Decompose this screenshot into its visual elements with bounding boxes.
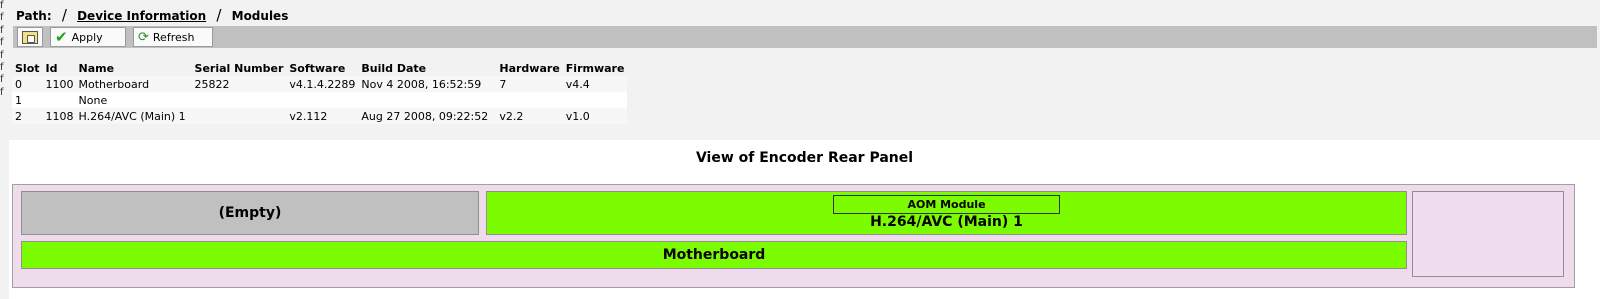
cell-slot: 2 bbox=[12, 108, 43, 124]
col-header-hardware: Hardware bbox=[499, 61, 560, 75]
col-header-build-date: Build Date bbox=[361, 61, 427, 75]
breadcrumb: Path: / Device Information / Modules bbox=[16, 6, 289, 24]
refresh-button[interactable]: ⟳ Refresh bbox=[133, 27, 213, 47]
cell-id: 1108 bbox=[42, 108, 76, 124]
cell-build-date: Nov 4 2008, 16:52:59 bbox=[358, 76, 497, 92]
checkmark-icon: ✔ bbox=[55, 27, 68, 46]
table-row[interactable]: 2 1108 H.264/AVC (Main) 1 v2.112 Aug 27 … bbox=[12, 108, 628, 124]
slot-empty[interactable]: (Empty) bbox=[21, 191, 479, 235]
encoder-rear-panel: (Empty) AOM Module H.264/AVC (Main) 1 Mo… bbox=[12, 184, 1575, 288]
slot-empty-label: (Empty) bbox=[218, 205, 282, 221]
cell-id: 1100 bbox=[42, 76, 76, 92]
frame-char: f bbox=[0, 12, 4, 24]
aom-module-label: AOM Module bbox=[833, 195, 1060, 214]
apply-label: Apply bbox=[71, 30, 103, 44]
modules-table: Slot Id Name Serial Number Software Buil… bbox=[12, 60, 628, 124]
cell-firmware bbox=[562, 92, 628, 108]
frame-char: f bbox=[0, 61, 4, 73]
cell-software bbox=[286, 92, 359, 108]
folder-up-icon bbox=[22, 30, 38, 44]
breadcrumb-current: Modules bbox=[231, 9, 289, 23]
col-header-slot: Slot bbox=[15, 61, 40, 75]
cell-firmware: v4.4 bbox=[562, 76, 628, 92]
frame-char: f bbox=[0, 86, 4, 98]
col-header-id: Id bbox=[45, 61, 58, 75]
cell-build-date: Aug 27 2008, 09:22:52 bbox=[358, 108, 497, 124]
table-header-row: Slot Id Name Serial Number Software Buil… bbox=[12, 60, 627, 76]
col-header-serial-number: Serial Number bbox=[194, 61, 284, 75]
cell-serial-number: 25822 bbox=[191, 76, 287, 92]
cell-slot: 1 bbox=[12, 92, 43, 108]
cell-hardware bbox=[496, 92, 563, 108]
cell-firmware: v1.0 bbox=[562, 108, 628, 124]
frame-char: f bbox=[0, 24, 4, 36]
cell-name: None bbox=[75, 92, 192, 108]
slot-motherboard[interactable]: Motherboard bbox=[21, 241, 1407, 269]
folder-up-button[interactable] bbox=[17, 27, 43, 47]
cell-name: Motherboard bbox=[75, 76, 192, 92]
breadcrumb-prefix: Path: bbox=[16, 9, 52, 23]
cell-name: H.264/AVC (Main) 1 bbox=[75, 108, 192, 124]
apply-button[interactable]: ✔ Apply bbox=[50, 27, 126, 47]
panel-title: View of Encoder Rear Panel bbox=[695, 150, 914, 166]
frame-char: f bbox=[0, 0, 4, 11]
cell-id bbox=[42, 92, 76, 108]
breadcrumb-link-device-information[interactable]: Device Information bbox=[77, 9, 206, 23]
cell-serial-number bbox=[191, 108, 287, 124]
cell-hardware: 7 bbox=[496, 76, 563, 92]
cell-build-date bbox=[358, 92, 497, 108]
slot-aom-module[interactable]: AOM Module H.264/AVC (Main) 1 bbox=[486, 191, 1407, 235]
col-header-firmware: Firmware bbox=[565, 61, 625, 75]
col-header-software: Software bbox=[289, 61, 346, 75]
frame-char: f bbox=[0, 49, 4, 61]
cell-slot: 0 bbox=[12, 76, 43, 92]
table-row[interactable]: 0 1100 Motherboard 25822 v4.1.4.2289 Nov… bbox=[12, 76, 628, 92]
frame-char: f bbox=[0, 74, 4, 86]
cell-software: v4.1.4.2289 bbox=[286, 76, 359, 92]
slot-extra-blank bbox=[1412, 191, 1564, 277]
toolbar: ✔ Apply ⟳ Refresh bbox=[13, 26, 1597, 48]
table-row[interactable]: 1 None bbox=[12, 92, 628, 108]
breadcrumb-separator: / bbox=[61, 6, 67, 24]
cell-software: v2.112 bbox=[286, 108, 359, 124]
cell-hardware: v2.2 bbox=[496, 108, 563, 124]
col-header-name: Name bbox=[78, 61, 115, 75]
breadcrumb-separator: / bbox=[216, 6, 222, 24]
refresh-icon: ⟳ bbox=[138, 29, 149, 45]
aom-module-name: H.264/AVC (Main) 1 bbox=[870, 214, 1023, 230]
rear-panel-section: View of Encoder Rear Panel (Empty) AOM M… bbox=[9, 140, 1600, 299]
refresh-label: Refresh bbox=[152, 30, 195, 44]
cell-serial-number bbox=[191, 92, 287, 108]
left-frame-edge: f f f f f f f f bbox=[0, 0, 9, 120]
frame-char: f bbox=[0, 37, 4, 49]
motherboard-label: Motherboard bbox=[662, 247, 766, 263]
